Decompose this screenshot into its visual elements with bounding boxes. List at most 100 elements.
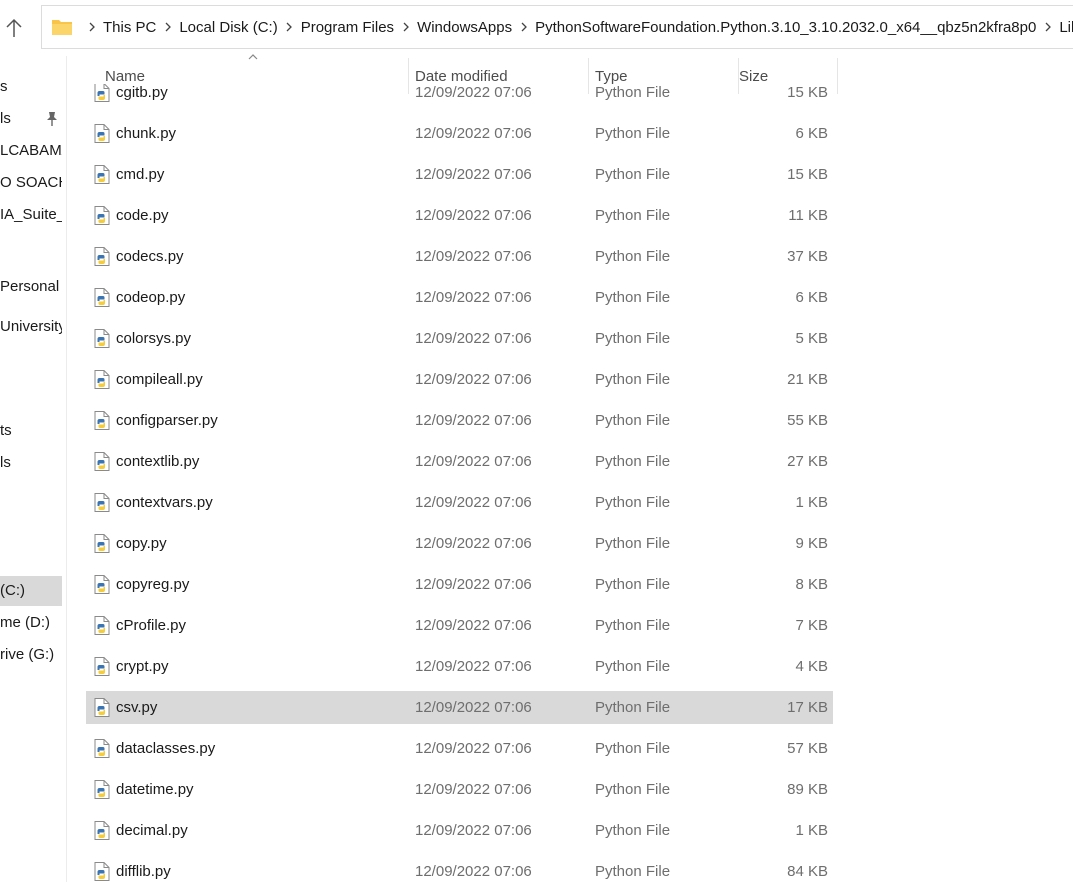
file-list: cgitb.py 12/09/2022 07:06 Python File 15 KB… [86,84,846,882]
chevron-right-icon[interactable] [1036,6,1059,48]
chevron-right-icon[interactable] [394,6,417,48]
chevron-right-icon[interactable] [512,6,535,48]
file-row[interactable]: chunk.py 12/09/2022 07:06 Python File 6 KB [86,117,833,150]
python-file-icon [94,534,110,553]
python-file-icon [94,247,110,266]
file-row[interactable]: contextlib.py 12/09/2022 07:06 Python File… [86,445,833,478]
file-type: Python File [595,576,671,593]
file-type: Python File [595,248,671,265]
file-size: 21 KB [787,371,828,388]
file-name: cmd.py [116,166,165,183]
file-name: copy.py [116,535,167,552]
nav-item[interactable]: rive (G:) [0,640,62,670]
file-type: Python File [595,84,671,101]
file-name: configparser.py [116,412,218,429]
file-row[interactable]: crypt.py 12/09/2022 07:06 Python File 4 KB [86,650,833,683]
python-file-icon [94,493,110,512]
file-type: Python File [595,207,671,224]
file-name: datetime.py [116,781,194,798]
file-type: Python File [595,166,671,183]
file-date-modified: 12/09/2022 07:06 [415,740,532,757]
up-arrow-icon [6,18,22,37]
file-type: Python File [595,658,671,675]
file-size: 15 KB [787,166,828,183]
pane-divider[interactable] [66,56,67,882]
nav-item-label: LCABAMA [0,142,62,159]
file-row[interactable]: compileall.py 12/09/2022 07:06 Python File… [86,363,833,396]
python-file-icon [94,821,110,840]
file-type: Python File [595,617,671,634]
address-toolbar: This PC Local Disk (C:) Program Files Windo… [0,0,1073,56]
file-name: csv.py [116,699,158,716]
breadcrumb-item[interactable]: This PC [103,19,156,36]
file-row[interactable]: datetime.py 12/09/2022 07:06 Python File 89… [86,773,833,806]
nav-item[interactable]: ts [0,416,62,446]
file-row[interactable]: cgitb.py 12/09/2022 07:06 Python File 15 KB [86,84,833,109]
file-date-modified: 12/09/2022 07:06 [415,617,532,634]
file-date-modified: 12/09/2022 07:06 [415,658,532,675]
file-row[interactable]: dataclasses.py 12/09/2022 07:06 Python Fil… [86,732,833,765]
breadcrumb-item[interactable]: PythonSoftwareFoundation.Python.3.10_3.1… [535,19,1036,36]
pin-icon[interactable] [45,111,59,127]
nav-item[interactable]: ls [0,448,62,478]
file-name: chunk.py [116,125,177,142]
nav-item[interactable]: LCABAMA [0,136,62,166]
navigation-pane[interactable]: s ls LCABAMA O SOACHA IA_Suite_2 Personal Univ… [0,56,66,882]
address-bar[interactable]: This PC Local Disk (C:) Program Files Windo… [41,5,1073,49]
python-file-icon [94,657,110,676]
breadcrumb-item[interactable]: Local Disk (C:) [179,19,277,36]
file-type: Python File [595,535,671,552]
nav-item[interactable]: Personal [0,272,62,302]
nav-item[interactable]: (C:) [0,576,62,606]
file-row[interactable]: difflib.py 12/09/2022 07:06 Python File 84 … [86,855,833,882]
column-header-size-label: Size [739,68,769,85]
file-name: cgitb.py [116,84,168,101]
file-row[interactable]: cProfile.py 12/09/2022 07:06 Python File 7 … [86,609,833,642]
file-date-modified: 12/09/2022 07:06 [415,822,532,839]
file-row[interactable]: decimal.py 12/09/2022 07:06 Python File 1 K… [86,814,833,847]
file-row[interactable]: copyreg.py 12/09/2022 07:06 Python File 8 K… [86,568,833,601]
breadcrumb-item[interactable]: Program Files [301,19,394,36]
python-file-icon [94,165,110,184]
breadcrumb-item[interactable]: WindowsApps [417,19,512,36]
file-name: codeop.py [116,289,186,306]
chevron-right-icon[interactable] [80,6,103,48]
python-file-icon [94,616,110,635]
file-row[interactable]: code.py 12/09/2022 07:06 Python File 11 KB [86,199,833,232]
nav-item[interactable]: me (D:) [0,608,62,638]
python-file-icon [94,862,110,881]
breadcrumb-item[interactable]: Lib [1059,19,1073,36]
file-name: crypt.py [116,658,169,675]
python-file-icon [94,780,110,799]
chevron-right-icon[interactable] [156,6,179,48]
nav-item[interactable]: University [0,312,62,342]
file-row[interactable]: copy.py 12/09/2022 07:06 Python File 9 KB [86,527,833,560]
chevron-right-icon[interactable] [278,6,301,48]
file-row[interactable]: configparser.py 12/09/2022 07:06 Python Fi… [86,404,833,437]
file-size: 6 KB [795,125,828,142]
file-size: 4 KB [795,658,828,675]
file-size: 1 KB [795,494,828,511]
file-row[interactable]: csv.py 12/09/2022 07:06 Python File 17 KB [86,691,833,724]
file-type: Python File [595,330,671,347]
file-type: Python File [595,863,671,880]
file-row[interactable]: contextvars.py 12/09/2022 07:06 Python Fil… [86,486,833,519]
file-name: code.py [116,207,169,224]
file-name: dataclasses.py [116,740,216,757]
file-name: decimal.py [116,822,188,839]
nav-item[interactable]: IA_Suite_2 [0,200,62,230]
nav-item[interactable]: s [0,72,62,102]
nav-item-label: ls [0,454,11,471]
file-date-modified: 12/09/2022 07:06 [415,371,532,388]
file-row[interactable]: codecs.py 12/09/2022 07:06 Python File 37 K… [86,240,833,273]
breadcrumb: This PC Local Disk (C:) Program Files Windo… [80,6,1073,48]
file-row[interactable]: codeop.py 12/09/2022 07:06 Python File 6 KB [86,281,833,314]
nav-item[interactable]: O SOACHA [0,168,62,198]
file-type: Python File [595,740,671,757]
file-row[interactable]: colorsys.py 12/09/2022 07:06 Python File 5 … [86,322,833,355]
nav-item-label: Personal [0,278,60,295]
file-row[interactable]: cmd.py 12/09/2022 07:06 Python File 15 KB [86,158,833,191]
sort-ascending-icon [248,54,258,60]
up-button[interactable] [0,14,28,42]
file-name: colorsys.py [116,330,192,347]
